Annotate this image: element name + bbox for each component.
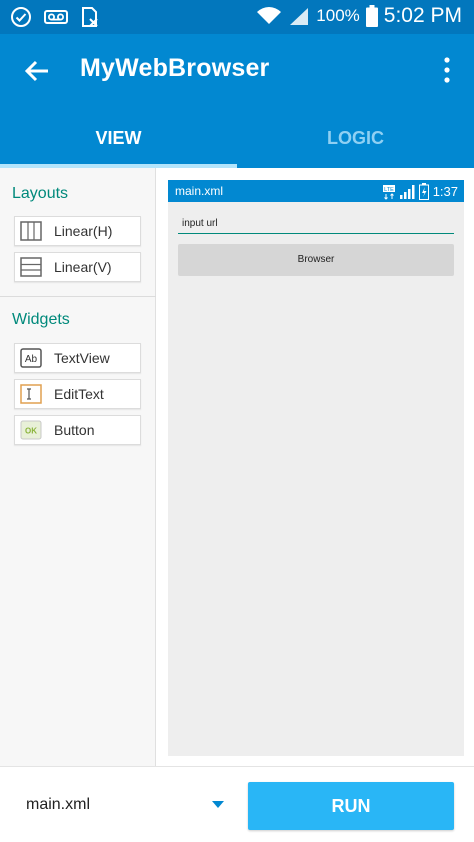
palette-item-label: Linear(H)	[54, 223, 113, 239]
battery-icon	[365, 5, 378, 27]
lte-icon: LTE	[382, 184, 395, 200]
palette-item-label: EditText	[54, 386, 104, 402]
signal-icon	[290, 8, 309, 25]
palette-item-label: Linear(V)	[54, 259, 112, 275]
network-type-label: LTE	[384, 187, 394, 193]
file-dropdown-value: main.xml	[26, 796, 91, 813]
palette-item-label: TextView	[54, 350, 110, 366]
device-preview[interactable]: main.xml LTE 1:37 input url Browser	[168, 180, 464, 756]
linear-horizontal-icon	[20, 221, 42, 241]
file-dropdown[interactable]: main.xml	[0, 767, 240, 842]
button-icon: OK	[20, 420, 42, 440]
battery-percent: 100%	[316, 6, 360, 25]
more-vert-icon[interactable]	[442, 56, 452, 84]
palette-item-linear-h[interactable]: Linear(H)	[14, 216, 141, 246]
layouts-section-title: Layouts	[12, 185, 69, 202]
textview-icon: Ab	[20, 348, 42, 368]
svg-text:Ab: Ab	[25, 354, 38, 365]
svg-text:OK: OK	[25, 427, 37, 436]
device-signal-icon	[399, 184, 415, 199]
tab-view[interactable]: VIEW	[0, 116, 237, 168]
device-file-name: main.xml	[175, 184, 224, 198]
status-bar: 100% 5:02 PM	[0, 0, 474, 34]
bottom-bar: main.xml RUN	[0, 766, 474, 842]
back-arrow-icon[interactable]	[22, 56, 52, 86]
palette-item-button[interactable]: OK Button	[14, 415, 141, 445]
palette-item-linear-v[interactable]: Linear(V)	[14, 252, 141, 282]
palette-item-label: Button	[54, 422, 95, 438]
device-status-bar: main.xml LTE 1:37	[168, 180, 464, 202]
palette-divider	[0, 296, 156, 297]
check-circle-icon	[11, 7, 31, 27]
device-time: 1:37	[432, 184, 458, 199]
edittext-icon	[20, 384, 42, 404]
linear-vertical-icon	[20, 257, 42, 277]
url-input-preview[interactable]: input url	[178, 216, 454, 234]
app-bar: MyWebBrowser VIEW LOGIC	[0, 34, 474, 168]
run-button[interactable]: RUN	[248, 782, 454, 830]
palette-item-textview[interactable]: Ab TextView	[14, 343, 141, 373]
device-battery-icon	[418, 183, 429, 200]
dropdown-arrow-icon	[212, 801, 224, 808]
clock: 5:02 PM	[383, 4, 462, 27]
tab-bar: VIEW LOGIC	[0, 116, 474, 168]
wifi-icon	[257, 7, 282, 24]
palette-item-edittext[interactable]: EditText	[14, 379, 141, 409]
app-title: MyWebBrowser	[80, 54, 270, 82]
tab-logic[interactable]: LOGIC	[237, 116, 474, 168]
sim-x-icon	[82, 7, 98, 27]
voicemail-icon	[44, 10, 68, 24]
widgets-section-title: Widgets	[12, 311, 70, 328]
browser-button-preview[interactable]: Browser	[178, 244, 454, 276]
widget-palette: Layouts Linear(H) Linear(V) Widgets Ab T…	[0, 168, 156, 766]
